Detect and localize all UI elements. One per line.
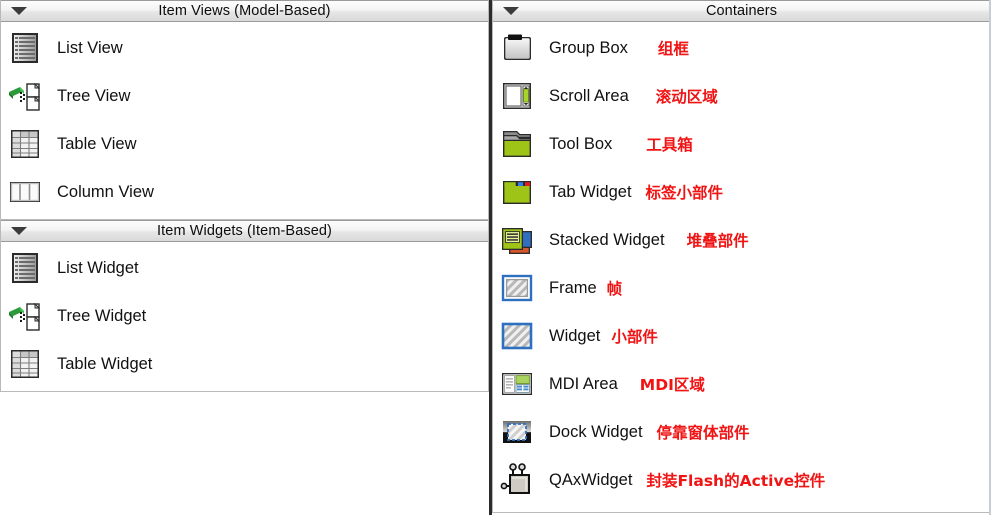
group-header-item-views[interactable]: Item Views (Model-Based) xyxy=(1,0,488,22)
list-item-label: MDI Area xyxy=(549,374,618,393)
group-list-containers: Group Box 组框 Scroll Area 滚动区域 Tool Box 工… xyxy=(493,22,990,507)
list-item-label: QAxWidget xyxy=(549,470,633,489)
tab-widget-icon xyxy=(499,174,535,210)
group-item-widgets: Item Widgets (Item-Based) List Widget Tr… xyxy=(0,220,489,392)
annotation-cn: 帧 xyxy=(606,280,623,298)
widget-icon xyxy=(499,318,535,354)
list-item-label: Stacked Widget xyxy=(549,230,665,249)
list-item-label: Dock Widget xyxy=(549,422,643,441)
list-view-icon xyxy=(7,30,43,66)
containers-frame: Containers Group Box 组框 Scroll Area 滚动区域… xyxy=(492,0,991,513)
list-item[interactable]: Scroll Area 滚动区域 xyxy=(493,72,990,120)
group-title: Item Views (Model-Based) xyxy=(158,2,331,19)
widget-box: Item Views (Model-Based) List View Tree … xyxy=(0,0,991,515)
list-item[interactable]: QAxWidget 封装Flash的Active控件 xyxy=(493,456,990,504)
list-item-label: Frame xyxy=(549,278,597,297)
list-item-label: Widget xyxy=(549,326,601,345)
list-item[interactable]: Tab Widget 标签小部件 xyxy=(493,168,990,216)
list-item[interactable]: List View xyxy=(1,24,488,72)
tool-box-icon xyxy=(499,126,535,162)
annotation-cn: 工具箱 xyxy=(646,136,693,154)
list-item[interactable]: Tool Box 工具箱 xyxy=(493,120,990,168)
group-box-icon xyxy=(499,30,535,66)
annotation-cn: 组框 xyxy=(657,40,689,58)
tree-view-icon xyxy=(7,78,43,114)
list-item[interactable]: Frame 帧 xyxy=(493,264,990,312)
chevron-down-icon[interactable] xyxy=(11,227,27,235)
chevron-down-icon[interactable] xyxy=(503,7,519,15)
list-item[interactable]: Stacked Widget 堆叠部件 xyxy=(493,216,990,264)
scroll-area-icon xyxy=(499,78,535,114)
list-item[interactable]: Widget 小部件 xyxy=(493,312,990,360)
list-item[interactable]: Column View xyxy=(1,168,488,216)
list-item[interactable]: Table View xyxy=(1,120,488,168)
list-item[interactable]: Table Widget xyxy=(1,340,488,388)
list-item-label: List Widget xyxy=(57,258,139,277)
annotation-cn: 堆叠部件 xyxy=(686,232,749,250)
dock-widget-icon xyxy=(499,414,535,450)
list-item-label: Scroll Area xyxy=(549,86,629,105)
list-item-label: Table Widget xyxy=(57,354,153,373)
right-panel: Containers Group Box 组框 Scroll Area 滚动区域… xyxy=(492,0,991,515)
table-view-icon xyxy=(7,126,43,162)
stacked-widget-icon xyxy=(499,222,535,258)
list-item-label: Tool Box xyxy=(549,134,613,153)
list-item-label: List View xyxy=(57,38,123,57)
list-item[interactable]: MDI Area MDI区域 xyxy=(493,360,990,408)
table-widget-icon xyxy=(7,346,43,382)
list-item[interactable]: List Widget xyxy=(1,244,488,292)
left-panel: Item Views (Model-Based) List View Tree … xyxy=(0,0,492,515)
annotation-cn: 小部件 xyxy=(611,328,658,346)
annotation-cn: MDI区域 xyxy=(639,376,705,394)
group-list-item-widgets: List Widget Tree Widget Table Widget xyxy=(1,242,488,391)
group-item-views: Item Views (Model-Based) List View Tree … xyxy=(0,0,489,220)
list-item-label: Group Box xyxy=(549,38,628,57)
list-item-label: Tree View xyxy=(57,86,131,105)
left-panel-empty-area xyxy=(0,392,489,502)
group-header-item-widgets[interactable]: Item Widgets (Item-Based) xyxy=(1,220,488,242)
annotation-cn: 滚动区域 xyxy=(655,88,718,106)
group-title: Containers xyxy=(705,2,778,19)
column-view-icon xyxy=(7,174,43,210)
list-item-label: Tab Widget xyxy=(549,182,632,201)
group-list-item-views: List View Tree View Table View Column Vi… xyxy=(1,22,488,219)
group-title: Item Widgets (Item-Based) xyxy=(157,222,332,239)
list-item-label: Table View xyxy=(57,134,137,153)
annotation-cn: 停靠窗体部件 xyxy=(656,424,750,442)
chevron-down-icon[interactable] xyxy=(11,7,27,15)
list-item[interactable]: Dock Widget 停靠窗体部件 xyxy=(493,408,990,456)
group-header-containers[interactable]: Containers xyxy=(493,0,990,22)
list-item-label: Tree Widget xyxy=(57,306,147,325)
list-item[interactable]: Tree Widget xyxy=(1,292,488,340)
list-widget-icon xyxy=(7,250,43,286)
list-item[interactable]: Tree View xyxy=(1,72,488,120)
list-item-label: Column View xyxy=(57,182,154,201)
qax-widget-icon xyxy=(499,462,535,498)
tree-widget-icon xyxy=(7,298,43,334)
list-item[interactable]: Group Box 组框 xyxy=(493,24,990,72)
frame-icon xyxy=(499,270,535,306)
annotation-cn: 封装Flash的Active控件 xyxy=(646,472,826,490)
annotation-cn: 标签小部件 xyxy=(645,184,724,202)
mdi-area-icon xyxy=(499,366,535,402)
